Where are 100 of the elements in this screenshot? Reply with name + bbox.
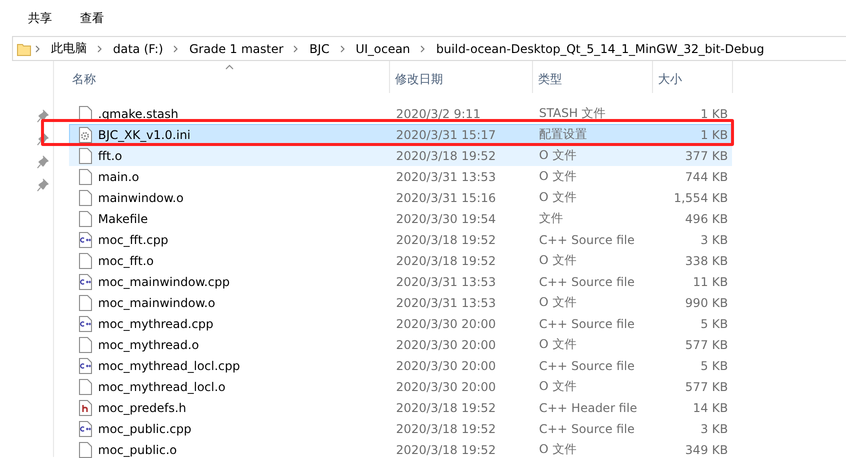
file-size: 744 KB [684, 170, 729, 184]
modified-date: 2020/3/31 13:53 [395, 274, 497, 288]
file-name: moc_mainwindow.cpp [98, 274, 230, 288]
column-header[interactable]: 类型 [533, 61, 653, 93]
file-row[interactable]: moc_public.cpp 2020/3/18 19:52 C++ Source file 3 KB [69, 418, 732, 439]
file-size: 990 KB [684, 296, 729, 310]
file-type: 配置设置 [538, 126, 588, 143]
file-row[interactable]: moc_predefs.h 2020/3/18 19:52 C++ Header file 14 KB [69, 397, 732, 418]
modified-date: 2020/3/30 20:00 [395, 380, 497, 394]
breadcrumb-item[interactable]: build-ocean-Desktop_Qt_5_14_1_MinGW_32_bit-Debug [430, 42, 770, 56]
file-type: O 文件 [538, 168, 578, 185]
modified-date: 2020/3/18 19:52 [395, 422, 497, 436]
file-name: moc_mythread_locl.cpp [98, 358, 240, 372]
modified-date: 2020/3/30 20:00 [395, 338, 497, 352]
modified-date: 2020/3/18 19:52 [395, 442, 497, 456]
pin-icon[interactable] [37, 109, 49, 124]
file-icon [79, 190, 92, 206]
file-type: STASH 文件 [538, 105, 607, 122]
file-name: moc_public.o [98, 442, 177, 456]
modified-date: 2020/3/18 19:52 [395, 148, 497, 162]
file-row[interactable]: moc_mythread.cpp 2020/3/30 20:00 C++ Source file 5 KB [69, 313, 732, 334]
file-type: O 文件 [538, 252, 578, 269]
column-header[interactable]: 大小 [653, 61, 733, 93]
file-icon [79, 148, 92, 164]
file-icon [79, 336, 92, 352]
breadcrumb-item[interactable]: data (F:) [107, 42, 170, 56]
file-icon [79, 252, 92, 268]
file-size: 5 KB [699, 358, 729, 372]
modified-date: 2020/3/31 15:17 [395, 128, 497, 142]
file-row[interactable]: moc_mythread.o 2020/3/30 20:00 O 文件 577 KB [69, 334, 732, 355]
file-size: 577 KB [684, 338, 729, 352]
file-name: fft.o [98, 148, 122, 162]
file-size: 1 KB [699, 106, 729, 120]
file-name: BJC_XK_v1.0.ini [98, 128, 191, 142]
modified-date: 2020/3/18 19:52 [395, 400, 497, 414]
file-size: 3 KB [699, 232, 729, 246]
ribbon-tab[interactable]: 共享 [28, 10, 52, 26]
file-icon [79, 378, 92, 394]
breadcrumb-item[interactable]: BJC [303, 42, 336, 56]
settings-file-icon [79, 126, 92, 142]
file-type: C++ Header file [538, 400, 638, 414]
file-size: 496 KB [684, 212, 729, 226]
file-name: moc_fft.o [98, 254, 154, 268]
file-name: .qmake.stash [98, 106, 178, 120]
file-type: C++ Source file [538, 232, 636, 246]
file-type: O 文件 [538, 378, 578, 395]
file-size: 1,554 KB [672, 190, 729, 204]
file-row[interactable]: moc_mainwindow.cpp 2020/3/31 13:53 C++ Source file 11 KB [69, 271, 732, 292]
file-row[interactable]: mainwindow.o 2020/3/31 15:16 O 文件 1,554 KB [69, 187, 732, 208]
pin-icon[interactable] [37, 132, 49, 147]
file-row[interactable]: Makefile 2020/3/30 19:54 文件 496 KB [69, 208, 732, 229]
file-size: 11 KB [692, 274, 729, 288]
file-icon [79, 442, 92, 458]
cpp-file-icon [79, 420, 92, 436]
file-name: moc_predefs.h [98, 400, 186, 414]
breadcrumb-item[interactable]: UI_ocean [350, 42, 416, 56]
file-row[interactable]: moc_public.o 2020/3/18 19:52 O 文件 349 KB [69, 439, 732, 458]
file-type: C++ Source file [538, 358, 636, 372]
file-type: C++ Source file [538, 316, 636, 330]
column-header[interactable]: 修改日期 [390, 61, 533, 93]
file-type: O 文件 [538, 294, 578, 311]
modified-date: 2020/3/30 20:00 [395, 358, 497, 372]
file-size: 1 KB [699, 128, 729, 142]
file-row[interactable]: main.o 2020/3/31 13:53 O 文件 744 KB [69, 166, 732, 187]
modified-date: 2020/3/31 13:53 [395, 170, 497, 184]
file-size: 577 KB [684, 380, 729, 394]
file-row[interactable]: moc_mythread_locl.o 2020/3/30 20:00 O 文件 577 KB [69, 376, 732, 397]
file-size: 377 KB [684, 148, 729, 162]
file-type: O 文件 [538, 441, 578, 458]
modified-date: 2020/3/18 19:52 [395, 232, 497, 246]
file-name: moc_fft.cpp [98, 232, 168, 246]
file-size: 5 KB [699, 316, 729, 330]
cpp-file-icon [79, 274, 92, 290]
breadcrumb-item[interactable]: Grade 1 master [183, 42, 290, 56]
modified-date: 2020/3/30 19:54 [395, 212, 497, 226]
file-type: 文件 [538, 210, 564, 227]
file-row[interactable]: .qmake.stash 2020/3/2 9:11 STASH 文件 1 KB [69, 103, 732, 124]
pin-icon[interactable] [37, 155, 49, 170]
ribbon-tab[interactable]: 查看 [80, 10, 104, 26]
file-size: 14 KB [692, 400, 729, 414]
file-name: moc_mythread.o [98, 338, 199, 352]
file-type: C++ Source file [538, 422, 636, 436]
modified-date: 2020/3/18 19:52 [395, 254, 497, 268]
file-type: C++ Source file [538, 274, 636, 288]
modified-date: 2020/3/30 20:00 [395, 316, 497, 330]
file-row[interactable]: moc_mainwindow.o 2020/3/31 13:53 O 文件 990 KB [69, 292, 732, 313]
file-row[interactable]: fft.o 2020/3/18 19:52 O 文件 377 KB [69, 145, 732, 166]
column-header[interactable]: 名称 [69, 61, 390, 93]
file-row[interactable]: moc_mythread_locl.cpp 2020/3/30 20:00 C++ Source file 5 KB [69, 355, 732, 376]
file-row[interactable]: moc_fft.o 2020/3/18 19:52 O 文件 338 KB [69, 250, 732, 271]
file-icon [79, 294, 92, 310]
file-row[interactable]: moc_fft.cpp 2020/3/18 19:52 C++ Source file 3 KB [69, 229, 732, 250]
file-icon [79, 210, 92, 226]
file-row[interactable]: BJC_XK_v1.0.ini 2020/3/31 15:17 配置设置 1 KB [69, 124, 732, 145]
breadcrumb-item[interactable]: 此电脑 [45, 40, 93, 57]
pin-icon[interactable] [37, 178, 49, 193]
folder-icon [17, 42, 31, 56]
cpp-file-icon [79, 358, 92, 374]
file-size: 349 KB [684, 442, 729, 456]
file-name: moc_mythread_locl.o [98, 380, 226, 394]
